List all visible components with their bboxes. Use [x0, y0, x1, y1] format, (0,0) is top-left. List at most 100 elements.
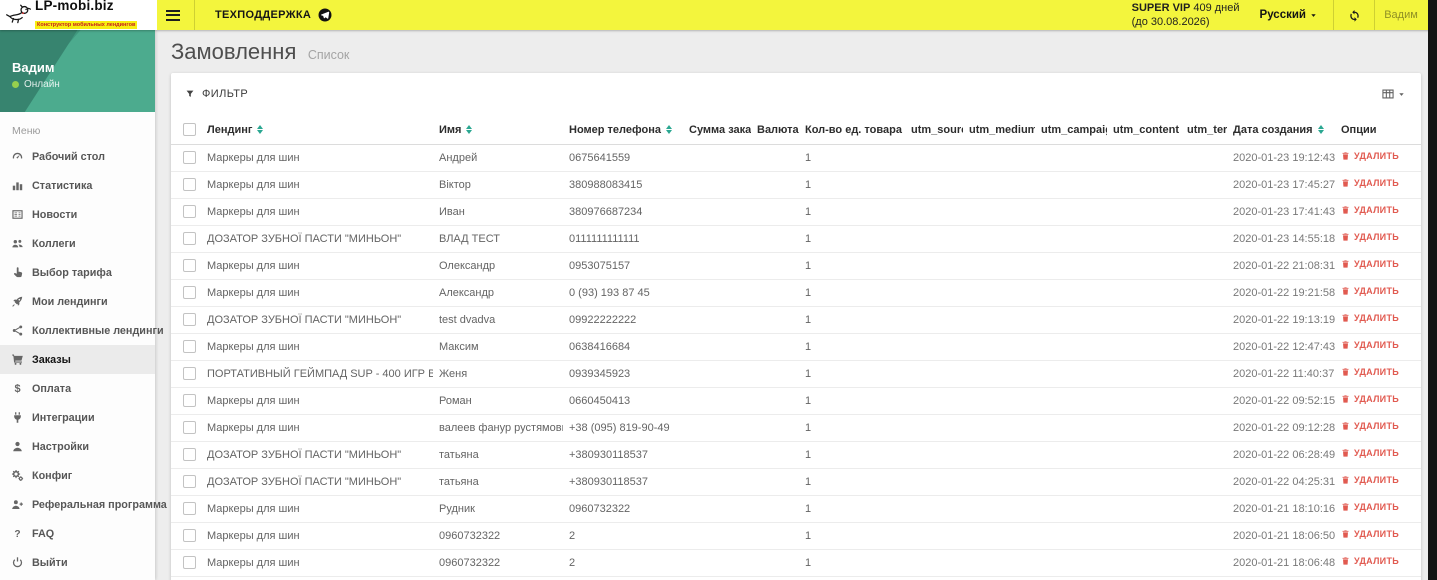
delete-button[interactable]: УДАЛИТЬ: [1341, 475, 1399, 485]
row-checkbox[interactable]: [183, 178, 196, 192]
cell-utm-content: [1107, 306, 1181, 334]
cell-name: Иван: [433, 198, 563, 226]
delete-button[interactable]: УДАЛИТЬ: [1341, 313, 1399, 323]
table-row: Маркеры для шин Артём 0674653898 1 2020-…: [171, 576, 1421, 580]
cell-landing: ДОЗАТОР ЗУБНОЇ ПАСТИ "МИНЬОН": [201, 441, 433, 469]
delete-label: УДАЛИТЬ: [1354, 529, 1400, 539]
cell-landing: Маркеры для шин: [201, 279, 433, 307]
row-checkbox[interactable]: [183, 313, 196, 327]
delete-button[interactable]: УДАЛИТЬ: [1341, 286, 1399, 296]
sidebar-item-payment[interactable]: Оплата: [0, 374, 155, 403]
sidebar-item-config[interactable]: Конфиг: [0, 461, 155, 490]
sidebar-item-statistics[interactable]: Статистика: [0, 171, 155, 200]
scrollbar[interactable]: [1428, 0, 1437, 580]
cell-utm-term: [1181, 306, 1227, 334]
row-checkbox[interactable]: [183, 475, 196, 489]
cell-utm-source: [905, 549, 963, 577]
cell-currency: [751, 198, 799, 226]
column-header-phone[interactable]: Номер телефона: [563, 115, 683, 145]
row-checkbox[interactable]: [183, 556, 196, 570]
row-checkbox[interactable]: [183, 259, 196, 273]
row-checkbox[interactable]: [183, 205, 196, 219]
cell-created: 2020-01-22 12:47:43: [1227, 333, 1335, 361]
row-checkbox[interactable]: [183, 367, 196, 381]
column-header-name[interactable]: Имя: [433, 115, 563, 145]
delete-button[interactable]: УДАЛИТЬ: [1341, 394, 1399, 404]
main-content: Замовлення Список ФИЛЬТР Лендинг Имя Ном…: [155, 30, 1437, 580]
cell-sum: [683, 144, 751, 172]
cell-utm-source: [905, 144, 963, 172]
column-header-created[interactable]: Дата создания: [1227, 115, 1335, 145]
delete-button[interactable]: УДАЛИТЬ: [1341, 448, 1399, 458]
sidebar-item-colleagues[interactable]: Коллеги: [0, 229, 155, 258]
plan-name: SUPER VIP: [1131, 1, 1191, 14]
cell-options: УДАЛИТЬ: [1335, 441, 1421, 469]
sidebar-item-settings[interactable]: Настройки: [0, 432, 155, 461]
delete-label: УДАЛИТЬ: [1354, 448, 1400, 458]
column-header-utm_campaign: utm_campaign: [1035, 115, 1107, 145]
topbar-username[interactable]: Вадим: [1375, 9, 1427, 21]
row-checkbox[interactable]: [183, 502, 196, 516]
sidebar-item-logout[interactable]: Выйти: [0, 548, 155, 577]
delete-button[interactable]: УДАЛИТЬ: [1341, 232, 1399, 242]
sidebar: Вадим Онлайн Меню Рабочий стол Статистик…: [0, 30, 167, 580]
cell-utm-term: [1181, 522, 1227, 550]
row-checkbox[interactable]: [183, 340, 196, 354]
cell-name: валеев фанур рустямович: [433, 414, 563, 442]
delete-button[interactable]: УДАЛИТЬ: [1341, 340, 1399, 350]
cell-utm-source: [905, 441, 963, 469]
delete-button[interactable]: УДАЛИТЬ: [1341, 151, 1399, 161]
cell-qty: 1: [799, 306, 905, 334]
cell-options: УДАЛИТЬ: [1335, 495, 1421, 523]
delete-button[interactable]: УДАЛИТЬ: [1341, 178, 1399, 188]
cell-sum: [683, 360, 751, 388]
column-header-landing[interactable]: Лендинг: [201, 115, 433, 145]
language-selector[interactable]: Русский: [1260, 9, 1317, 21]
sidebar-item-faq[interactable]: FAQ: [0, 519, 155, 548]
online-status-dot: [12, 81, 19, 88]
delete-button[interactable]: УДАЛИТЬ: [1341, 556, 1399, 566]
cell-utm-term: [1181, 144, 1227, 172]
row-checkbox[interactable]: [183, 448, 196, 462]
sidebar-item-news[interactable]: Новости: [0, 200, 155, 229]
cell-utm-campaign: [1035, 171, 1107, 199]
cell-qty: 1: [799, 576, 905, 580]
delete-button[interactable]: УДАЛИТЬ: [1341, 502, 1399, 512]
sidebar-item-collective-landings[interactable]: Коллективные лендинги: [0, 316, 164, 345]
support-button[interactable]: ТЕХПОДДЕРЖКА: [195, 0, 350, 30]
sidebar-item-orders[interactable]: Заказы: [0, 345, 155, 374]
sidebar-user-name: Вадим: [12, 60, 55, 75]
plug-icon: [10, 411, 24, 425]
delete-button[interactable]: УДАЛИТЬ: [1341, 205, 1399, 215]
sidebar-item-dashboard[interactable]: Рабочий стол: [0, 142, 155, 171]
delete-button[interactable]: УДАЛИТЬ: [1341, 259, 1399, 269]
refresh-button[interactable]: [1334, 0, 1374, 30]
column-settings-button[interactable]: [1381, 87, 1405, 101]
row-checkbox[interactable]: [183, 529, 196, 543]
row-checkbox[interactable]: [183, 151, 196, 165]
cell-phone: 0660450413: [563, 387, 683, 415]
sidebar-item-my-landings[interactable]: Мои лендинги: [0, 287, 155, 316]
delete-button[interactable]: УДАЛИТЬ: [1341, 367, 1399, 377]
delete-label: УДАЛИТЬ: [1354, 340, 1400, 350]
row-checkbox[interactable]: [183, 286, 196, 300]
table-row: ДОЗАТОР ЗУБНОЇ ПАСТИ "МИНЬОН" татьяна +3…: [171, 441, 1421, 469]
sidebar-item-tariff-choice[interactable]: Выбор тарифа: [0, 258, 155, 287]
delete-button[interactable]: УДАЛИТЬ: [1341, 421, 1399, 431]
select-all-checkbox[interactable]: [183, 123, 196, 136]
row-checkbox[interactable]: [183, 232, 196, 246]
trash-icon: [1341, 151, 1350, 161]
delete-button[interactable]: УДАЛИТЬ: [1341, 529, 1399, 539]
cell-options: УДАЛИТЬ: [1335, 576, 1421, 580]
filter-button[interactable]: ФИЛЬТР: [185, 88, 248, 100]
column-header-qty: Кол-во ед. товара: [799, 115, 905, 145]
row-checkbox[interactable]: [183, 421, 196, 435]
plan-until: (до 30.08.2026): [1131, 16, 1210, 28]
sidebar-item-integrations[interactable]: Интеграции: [0, 403, 155, 432]
sidebar-item-referral-program[interactable]: Реферальная программа: [0, 490, 167, 519]
logo[interactable]: LP-mobi.biz Конструктор мобильных лендин…: [0, 0, 157, 30]
select-all-header[interactable]: [171, 115, 201, 145]
menu-toggle-icon[interactable]: [166, 7, 184, 23]
row-checkbox[interactable]: [183, 394, 196, 408]
table-row: Маркеры для шин 0960732322 2 1 2020-01-2…: [171, 549, 1421, 577]
